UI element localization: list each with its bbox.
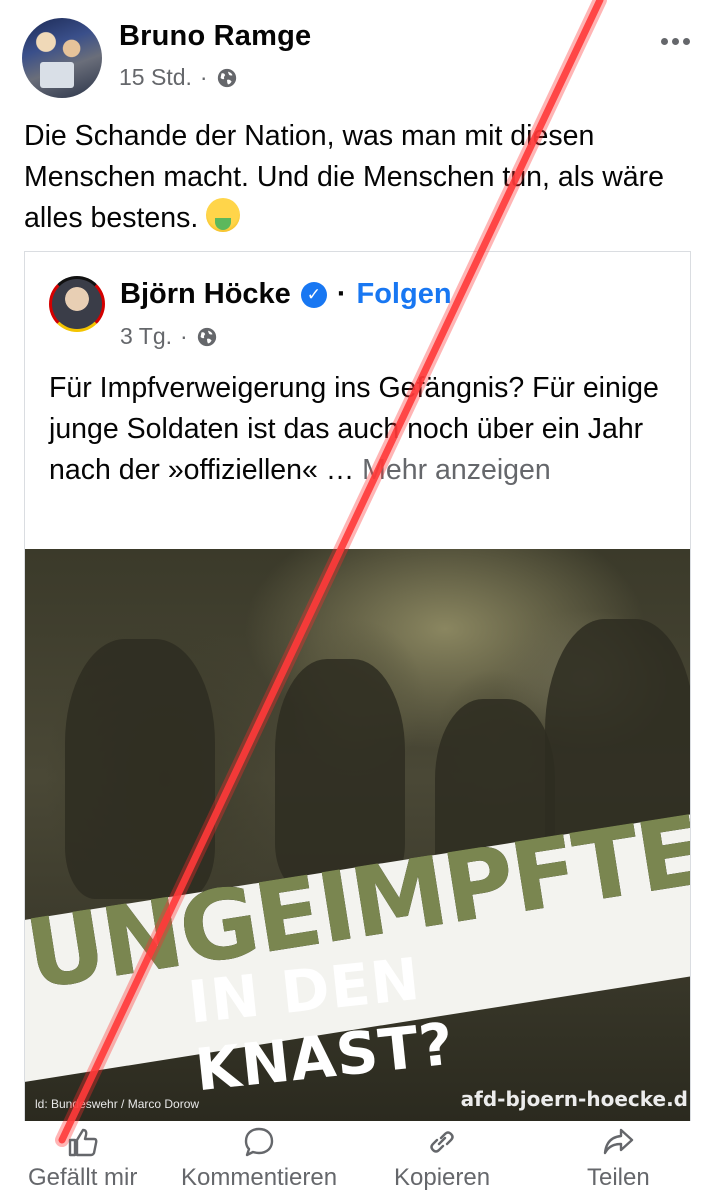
author-avatar[interactable]	[22, 18, 102, 98]
shared-timestamp[interactable]: 3 Tg.	[120, 323, 172, 350]
globe-icon	[197, 327, 216, 346]
copy-label: Kopieren	[394, 1164, 491, 1191]
soldier-silhouette	[65, 639, 215, 899]
see-more-link[interactable]: Mehr anzeigen	[362, 454, 551, 486]
post-header: Bruno Ramge 15 Std. ·	[22, 14, 702, 98]
share-button[interactable]: Teilen	[587, 1126, 650, 1192]
post-body: Die Schande der Nation, was man mit dies…	[24, 120, 664, 234]
globe-icon	[217, 68, 236, 87]
more-options-button[interactable]	[659, 26, 692, 46]
author-name[interactable]: Bruno Ramge	[119, 20, 311, 53]
nauseated-face-emoji-icon	[206, 198, 241, 232]
more-dot-icon	[672, 38, 679, 45]
more-dot-icon	[683, 38, 690, 45]
like-button[interactable]: Gefällt mir	[28, 1126, 137, 1192]
thumbs-up-icon	[68, 1128, 98, 1157]
shared-post-image[interactable]: UNGEIMPFTE IN DEN KNAST? ld: Bundeswehr …	[25, 549, 690, 1121]
follow-button[interactable]: Folgen	[357, 278, 452, 311]
shared-body: Für Impfverweigerung ins Gefängnis? Für …	[49, 372, 659, 486]
shared-author-row: Björn Höcke ✓ · Folgen	[120, 278, 452, 311]
verified-badge-icon: ✓	[300, 281, 327, 308]
share-icon	[604, 1128, 634, 1155]
comment-button[interactable]: Kommentieren	[181, 1126, 337, 1192]
link-icon	[430, 1131, 454, 1153]
post-text: Die Schande der Nation, was man mit dies…	[24, 116, 688, 239]
shared-post-card[interactable]: Björn Höcke ✓ · Folgen 3 Tg. · Für Impfv…	[24, 251, 691, 1121]
like-label: Gefällt mir	[28, 1164, 138, 1191]
shared-author-name[interactable]: Björn Höcke	[120, 278, 291, 311]
post-meta: 15 Std. ·	[119, 64, 238, 91]
image-credit: ld: Bundeswehr / Marco Dorow	[35, 1097, 200, 1111]
comment-label: Kommentieren	[181, 1164, 338, 1191]
shared-meta: 3 Tg. ·	[120, 323, 218, 350]
share-label: Teilen	[587, 1164, 650, 1191]
copy-link-button[interactable]: Kopieren	[394, 1126, 490, 1192]
shared-author-avatar[interactable]	[49, 276, 105, 332]
shared-text: Für Impfverweigerung ins Gefängnis? Für …	[49, 368, 679, 491]
meta-separator: ·	[180, 323, 188, 349]
post-action-bar: Gefällt mir Kommentieren Kopieren Teilen	[0, 1126, 714, 1200]
name-separator: ·	[336, 278, 347, 310]
more-dot-icon	[661, 38, 668, 45]
post-timestamp[interactable]: 15 Std.	[119, 64, 192, 91]
meta-separator: ·	[199, 64, 208, 90]
comment-icon	[244, 1127, 274, 1157]
image-watermark: afd-bjoern-hoecke.d	[460, 1087, 688, 1111]
